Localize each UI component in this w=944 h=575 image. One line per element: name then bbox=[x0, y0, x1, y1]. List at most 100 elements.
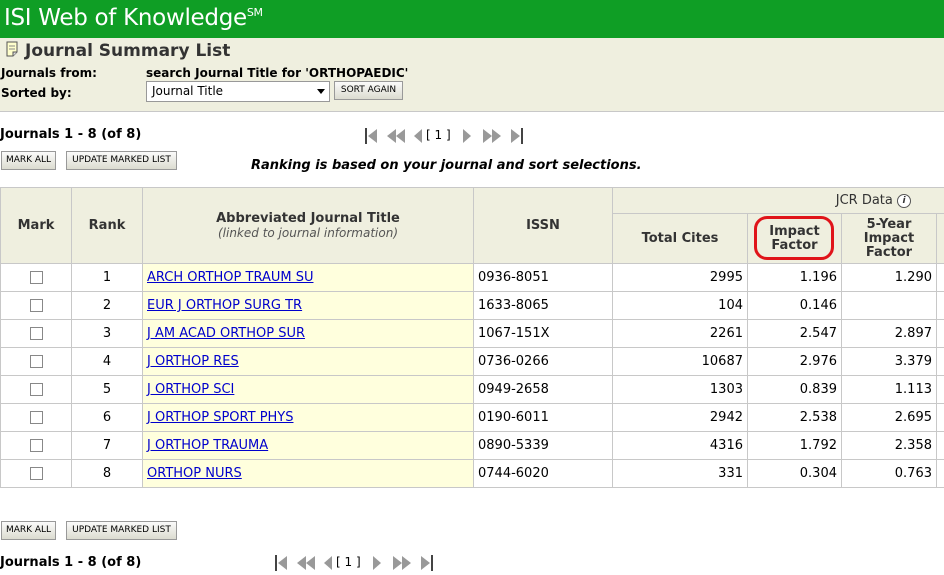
last-page-icon[interactable] bbox=[420, 555, 434, 571]
rank-cell: 4 bbox=[71, 347, 143, 376]
total-cites-cell: 2995 bbox=[612, 263, 748, 292]
journals-count-bottom: Journals 1 - 8 (of 8) bbox=[0, 555, 142, 570]
total-cites-cell: 2261 bbox=[612, 319, 748, 348]
impact-factor-cell: 2.538 bbox=[747, 403, 842, 432]
col-header-rank[interactable]: Rank bbox=[71, 187, 143, 264]
table-row: 2 EUR J ORTHOP SURG TR 1633-8065 104 0.146 bbox=[0, 291, 944, 320]
update-marked-list-button-top[interactable]: UPDATE MARKED LIST bbox=[66, 151, 177, 170]
title-cell: J AM ACAD ORTHOP SUR bbox=[142, 319, 474, 348]
col-header-impact-factor[interactable]: Impact Factor bbox=[747, 213, 842, 264]
journal-title-link[interactable]: J AM ACAD ORTHOP SUR bbox=[147, 326, 305, 341]
info-icon[interactable]: i bbox=[897, 193, 912, 208]
journal-title-link[interactable]: J ORTHOP SCI bbox=[147, 382, 234, 397]
mark-cell bbox=[0, 375, 72, 404]
rank-cell: 1 bbox=[71, 263, 143, 292]
issn-cell: 0190-6011 bbox=[473, 403, 613, 432]
mark-checkbox[interactable] bbox=[29, 271, 43, 284]
mark-checkbox[interactable] bbox=[29, 299, 43, 312]
prev-single-icon[interactable] bbox=[413, 128, 423, 144]
note-icon bbox=[6, 41, 18, 57]
impact-factor-cell: 2.976 bbox=[747, 347, 842, 376]
five-year-cell: 2.358 bbox=[841, 431, 937, 460]
rank-cell: 7 bbox=[71, 431, 143, 460]
extra-cell bbox=[935, 431, 944, 460]
app-title-text: ISI Web of Knowledge bbox=[4, 5, 247, 31]
mark-all-button-bottom[interactable]: MARK ALL bbox=[1, 521, 56, 540]
mark-checkbox[interactable] bbox=[29, 355, 43, 368]
update-marked-list-button-bottom[interactable]: UPDATE MARKED LIST bbox=[66, 521, 177, 540]
impact-factor-cell: 0.146 bbox=[747, 291, 842, 320]
last-page-icon[interactable] bbox=[510, 128, 524, 144]
next-page-icon[interactable] bbox=[392, 555, 412, 571]
journals-from-label: Journals from: bbox=[1, 66, 97, 80]
title-cell: J ORTHOP TRAUMA bbox=[142, 431, 474, 460]
five-year-cell: 2.695 bbox=[841, 403, 937, 432]
rank-cell: 8 bbox=[71, 459, 143, 488]
journal-title-link[interactable]: EUR J ORTHOP SURG TR bbox=[147, 298, 302, 313]
first-page-icon[interactable] bbox=[274, 555, 288, 571]
mark-all-button-top[interactable]: MARK ALL bbox=[1, 151, 56, 170]
mark-checkbox[interactable] bbox=[29, 327, 43, 340]
total-cites-cell: 104 bbox=[612, 291, 748, 320]
prev-page-icon[interactable] bbox=[296, 555, 316, 571]
journal-title-link[interactable]: J ORTHOP SPORT PHYS bbox=[147, 410, 294, 425]
journal-table: Mark Rank Abbreviated Journal Title (lin… bbox=[0, 187, 944, 488]
mark-checkbox[interactable] bbox=[29, 411, 43, 424]
next-single-icon[interactable] bbox=[372, 555, 382, 571]
page-title: Journal Summary List bbox=[25, 41, 231, 61]
five-year-cell: 0.763 bbox=[841, 459, 937, 488]
rank-cell: 5 bbox=[71, 375, 143, 404]
journal-title-link[interactable]: ORTHOP NURS bbox=[147, 466, 242, 481]
app-title[interactable]: ISI Web of KnowledgeSM bbox=[4, 5, 263, 31]
table-row: 1 ARCH ORTHOP TRAUM SU 0936-8051 2995 1.196 1… bbox=[0, 263, 944, 292]
next-single-icon[interactable] bbox=[462, 128, 472, 144]
title-cell: ORTHOP NURS bbox=[142, 459, 474, 488]
sort-again-button[interactable]: SORT AGAIN bbox=[334, 81, 403, 100]
five-year-cell: 3.379 bbox=[841, 347, 937, 376]
title-cell: J ORTHOP SCI bbox=[142, 375, 474, 404]
journals-from-value: search Journal Title for 'ORTHOPAEDIC' bbox=[146, 66, 409, 80]
col-header-five-year[interactable]: 5-Year Impact Factor bbox=[841, 213, 937, 264]
extra-cell bbox=[935, 291, 944, 320]
col-header-mark: Mark bbox=[0, 187, 72, 264]
sort-select[interactable]: Journal Title bbox=[146, 81, 330, 102]
first-page-icon[interactable] bbox=[364, 128, 378, 144]
rank-cell: 3 bbox=[71, 319, 143, 348]
prev-page-icon[interactable] bbox=[386, 128, 406, 144]
issn-cell: 0736-0266 bbox=[473, 347, 613, 376]
mark-checkbox[interactable] bbox=[29, 383, 43, 396]
mark-cell bbox=[0, 431, 72, 460]
col-group-jcr: JCR Data i bbox=[611, 187, 944, 214]
issn-cell: 0936-8051 bbox=[473, 263, 613, 292]
page-indicator: [ 1 ] bbox=[426, 128, 451, 142]
col-header-issn[interactable]: ISSN bbox=[473, 187, 613, 264]
impact-factor-cell: 0.304 bbox=[747, 459, 842, 488]
title-cell: J ORTHOP RES bbox=[142, 347, 474, 376]
prev-single-icon[interactable] bbox=[323, 555, 333, 571]
col-header-title-sub: (linked to journal information) bbox=[217, 226, 399, 240]
extra-cell bbox=[935, 319, 944, 348]
table-row: 5 J ORTHOP SCI 0949-2658 1303 0.839 1.113 bbox=[0, 375, 944, 404]
rank-cell: 6 bbox=[71, 403, 143, 432]
journals-count-top: Journals 1 - 8 (of 8) bbox=[0, 127, 142, 142]
mark-cell bbox=[0, 459, 72, 488]
col-header-title[interactable]: Abbreviated Journal Title (linked to jou… bbox=[142, 187, 474, 264]
extra-cell bbox=[935, 403, 944, 432]
total-cites-cell: 10687 bbox=[612, 347, 748, 376]
journal-title-link[interactable]: J ORTHOP TRAUMA bbox=[147, 438, 268, 453]
title-cell: EUR J ORTHOP SURG TR bbox=[142, 291, 474, 320]
col-header-total-cites[interactable]: Total Cites bbox=[612, 213, 748, 264]
jcr-group-label: JCR Data bbox=[835, 193, 893, 208]
app-header: ISI Web of KnowledgeSM bbox=[0, 0, 944, 38]
impact-factor-cell: 1.196 bbox=[747, 263, 842, 292]
extra-cell bbox=[935, 347, 944, 376]
journal-title-link[interactable]: ARCH ORTHOP TRAUM SU bbox=[147, 270, 313, 285]
impact-factor-cell: 1.792 bbox=[747, 431, 842, 460]
journal-title-link[interactable]: J ORTHOP RES bbox=[147, 354, 239, 369]
issn-cell: 0949-2658 bbox=[473, 375, 613, 404]
next-page-icon[interactable] bbox=[482, 128, 502, 144]
five-year-cell: 1.113 bbox=[841, 375, 937, 404]
mark-checkbox[interactable] bbox=[29, 439, 43, 452]
search-info: Journals from: search Journal Title for … bbox=[0, 65, 944, 112]
mark-checkbox[interactable] bbox=[29, 467, 43, 480]
